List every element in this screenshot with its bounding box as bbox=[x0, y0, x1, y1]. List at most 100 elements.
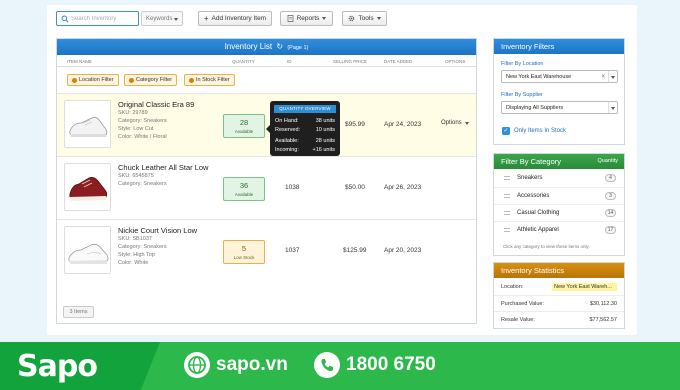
location-select[interactable]: New York East Warehouse × bbox=[501, 70, 618, 83]
category-filter-panel: Filter By Category Quantity Sneakers 4 A… bbox=[493, 153, 625, 256]
drag-handle-icon bbox=[504, 194, 510, 198]
drag-handle-icon bbox=[504, 176, 510, 180]
keywords-dropdown[interactable]: Keywords bbox=[141, 11, 183, 26]
search-icon bbox=[61, 15, 69, 23]
chevron-down-icon bbox=[611, 75, 615, 79]
quantity-value: 28 bbox=[239, 118, 249, 127]
category-count-badge: 4 bbox=[605, 174, 616, 182]
search-box[interactable] bbox=[56, 11, 139, 26]
column-options: Options bbox=[445, 59, 466, 64]
stat-value: $30,112.30 bbox=[589, 301, 617, 307]
phone-icon bbox=[314, 352, 340, 378]
location-select-value: New York East Warehouse bbox=[506, 74, 572, 80]
filter-dot-icon bbox=[72, 77, 77, 83]
product-sku: SKU: SB1037 bbox=[118, 236, 152, 242]
product-sku: SKU: 6545875 bbox=[118, 173, 154, 179]
globe-icon bbox=[184, 352, 210, 378]
category-item-athletic-apparel[interactable]: Athletic Apparel 17 bbox=[494, 221, 624, 238]
tooltip-pointer bbox=[266, 125, 270, 133]
in-stock-filter-label: In Stock Filter bbox=[196, 77, 230, 83]
item-count-badge: 3 Items bbox=[63, 306, 94, 318]
supplier-select[interactable]: Displaying All Suppliers bbox=[501, 101, 618, 114]
quantity-badge[interactable]: 28 Available bbox=[223, 114, 265, 138]
item-date: Apr 24, 2023 bbox=[384, 121, 422, 128]
in-stock-filter-button[interactable]: In Stock Filter bbox=[184, 74, 235, 86]
quantity-status: Available bbox=[234, 129, 254, 134]
product-color: Color: White / Floral bbox=[118, 134, 167, 140]
filter-dot-icon bbox=[129, 77, 134, 83]
quantity-status: Available bbox=[234, 192, 254, 197]
quantity-value: 36 bbox=[239, 181, 249, 190]
reports-button[interactable]: Reports bbox=[280, 11, 333, 26]
category-quantity-header: Quantity bbox=[597, 158, 618, 164]
tooltip-row: On Hand: 38 units bbox=[275, 116, 335, 125]
tooltip-key: Reserved: bbox=[275, 126, 301, 133]
product-style: Style: Low Cut bbox=[118, 126, 154, 132]
product-category: Category: Sneakers bbox=[118, 244, 167, 250]
location-filter-button[interactable]: Location Filter bbox=[67, 74, 119, 86]
document-icon bbox=[287, 15, 293, 22]
clear-icon[interactable]: × bbox=[601, 74, 605, 80]
tooltip-value: 38 units bbox=[315, 118, 335, 124]
category-name: Accessories bbox=[517, 193, 550, 199]
tooltip-key: Available: bbox=[275, 138, 299, 144]
statistics-title: Inventory Statistics bbox=[494, 263, 624, 278]
product-category: Category: Sneakers bbox=[118, 181, 167, 187]
in-stock-checkbox-label[interactable]: Only Items In Stock bbox=[514, 128, 566, 134]
filter-dot-icon bbox=[189, 77, 194, 83]
chevron-down-icon bbox=[464, 121, 469, 125]
search-input[interactable] bbox=[71, 14, 137, 24]
stat-label: Location: bbox=[501, 284, 524, 290]
column-quantity: Quantity bbox=[232, 59, 255, 64]
category-panel-title: Filter By Category bbox=[501, 157, 562, 166]
website-link[interactable]: sapo.vn bbox=[216, 354, 288, 376]
options-dropdown[interactable]: Options bbox=[441, 120, 469, 126]
in-stock-checkbox[interactable]: ✓ bbox=[502, 127, 510, 135]
table-row[interactable]: Chuck Leather All Star Low SKU: 6545875 … bbox=[57, 156, 476, 219]
tooltip-value: 28 units bbox=[315, 138, 335, 144]
sapo-banner: Sapo sapo.vn 1800 6750 bbox=[0, 342, 680, 390]
stat-row-resale-value: Resale Value: $77,562.57 bbox=[494, 311, 624, 327]
category-name: Sneakers bbox=[517, 175, 543, 181]
select-divider bbox=[608, 71, 609, 82]
tooltip-key: Incoming: bbox=[275, 146, 299, 153]
category-filter-button[interactable]: Category Filter bbox=[124, 74, 178, 86]
quantity-status: Low Stock bbox=[233, 255, 255, 260]
tools-button[interactable]: Tools bbox=[342, 11, 387, 26]
column-item-name: Item Name bbox=[67, 59, 93, 64]
add-inventory-button[interactable]: + Add Inventory Item bbox=[198, 11, 272, 26]
category-panel-header: Filter By Category Quantity bbox=[494, 154, 624, 169]
product-name[interactable]: Chuck Leather All Star Low bbox=[118, 163, 208, 172]
keywords-label: Keywords bbox=[146, 16, 173, 22]
chevron-down-icon bbox=[376, 17, 381, 20]
supplier-select-value: Displaying All Suppliers bbox=[506, 105, 564, 111]
product-name[interactable]: Original Classic Era 89 bbox=[118, 100, 194, 109]
quantity-badge[interactable]: 5 Low Stock bbox=[223, 240, 265, 264]
stat-value: New York East Wareh... bbox=[552, 283, 617, 291]
tooltip-row: Reserved: 10 units bbox=[275, 125, 335, 134]
category-item-casual-clothing[interactable]: Casual Clothing 14 bbox=[494, 204, 624, 221]
gear-icon bbox=[349, 15, 355, 22]
inventory-app: Keywords + Add Inventory Item Reports To… bbox=[47, 5, 637, 335]
column-selling-price: Selling Price bbox=[333, 59, 368, 64]
quantity-overview-tooltip: Quantity Overview On Hand: 38 units Rese… bbox=[266, 101, 340, 156]
category-item-sneakers[interactable]: Sneakers 4 bbox=[494, 170, 624, 187]
location-filter-label: Filter By Location bbox=[501, 61, 544, 67]
chevron-down-icon bbox=[322, 17, 327, 20]
phone-number[interactable]: 1800 6750 bbox=[346, 354, 436, 376]
supplier-filter-label: Filter By Supplier bbox=[501, 92, 543, 98]
sapo-logo: Sapo bbox=[17, 349, 98, 384]
product-style: Style: High Top bbox=[118, 252, 155, 258]
refresh-icon[interactable]: ↻ bbox=[276, 42, 283, 51]
table-row[interactable]: Nickie Court Vision Low SKU: SB1037 Cate… bbox=[57, 219, 476, 282]
filter-bar: Location Filter Category Filter In Stock… bbox=[57, 67, 476, 93]
stat-label: Purchased Value: bbox=[501, 301, 545, 307]
tools-label: Tools bbox=[358, 15, 374, 22]
item-id: 1038 bbox=[285, 184, 300, 191]
quantity-value: 5 bbox=[241, 244, 247, 253]
category-count-badge: 14 bbox=[605, 209, 616, 217]
product-name[interactable]: Nickie Court Vision Low bbox=[118, 226, 197, 235]
category-item-accessories[interactable]: Accessories 3 bbox=[494, 187, 624, 204]
category-list: Sneakers 4 Accessories 3 Casual Clothing… bbox=[494, 170, 624, 238]
quantity-badge[interactable]: 36 Available bbox=[223, 177, 265, 201]
